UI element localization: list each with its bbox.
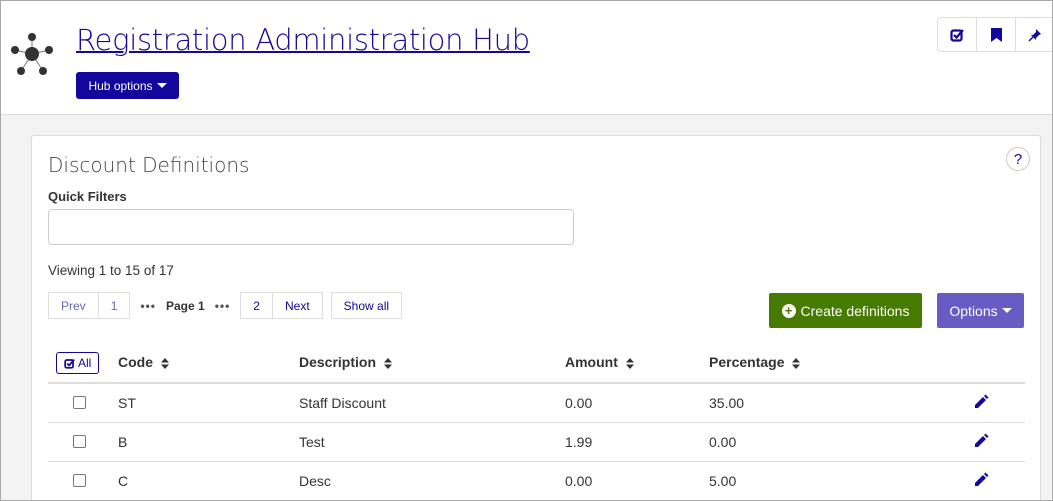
row-checkbox[interactable] <box>73 435 86 448</box>
cell-code: C <box>118 461 299 500</box>
viewing-count: Viewing 1 to 15 of 17 <box>48 263 174 278</box>
table-row: ST Staff Discount 0.00 35.00 <box>48 383 1025 423</box>
cell-amount: 0.00 <box>565 383 709 423</box>
create-definitions-button[interactable]: + Create definitions <box>769 293 922 328</box>
hub-options-label: Hub options <box>88 78 153 93</box>
edit-pencil-icon[interactable] <box>974 394 989 409</box>
create-label: Create definitions <box>800 302 910 319</box>
caret-down-icon <box>1001 308 1012 313</box>
checklist-icon <box>64 358 75 369</box>
row-checkbox[interactable] <box>73 396 86 410</box>
options-button[interactable]: Options <box>937 293 1024 328</box>
cell-amount: 1.99 <box>565 422 709 462</box>
edit-pencil-icon[interactable] <box>974 433 989 448</box>
page-title[interactable]: Registration Administration Hub <box>76 23 530 57</box>
cell-description: Test <box>299 422 565 462</box>
quick-filters-label: Quick Filters <box>48 189 127 204</box>
cell-description: Staff Discount <box>299 383 565 423</box>
discount-table: All Code Description Amount Percentage S… <box>48 344 1025 500</box>
page-2-button[interactable]: 2 <box>240 292 273 319</box>
sort-icon <box>384 356 393 372</box>
table-row: C Desc 0.00 5.00 <box>48 461 1025 500</box>
sort-icon <box>625 356 634 372</box>
row-checkbox[interactable] <box>73 474 86 487</box>
prev-button[interactable]: Prev <box>48 292 99 319</box>
table-row: B Test 1.99 0.00 <box>48 422 1025 462</box>
cell-code: B <box>118 422 299 462</box>
cell-percentage: 35.00 <box>709 383 912 423</box>
next-button[interactable]: Next <box>272 292 323 319</box>
column-percentage[interactable]: Percentage <box>709 344 912 384</box>
bookmark-button[interactable] <box>977 18 1016 51</box>
header: Registration Administration Hub Hub opti… <box>1 1 1052 115</box>
checklist-button[interactable] <box>938 18 977 51</box>
edit-pencil-icon[interactable] <box>974 472 989 487</box>
checklist-icon <box>950 28 964 42</box>
ellipsis: ••• <box>214 298 231 313</box>
cell-amount: 0.00 <box>565 461 709 500</box>
hub-logo-icon <box>11 33 53 75</box>
pin-icon <box>1028 28 1041 42</box>
discount-definitions-panel: Discount Definitions ? Quick Filters Vie… <box>31 135 1041 500</box>
sort-icon <box>792 356 801 372</box>
caret-down-icon <box>156 83 167 88</box>
column-code[interactable]: Code <box>118 344 299 384</box>
show-all-button[interactable]: Show all <box>330 292 403 319</box>
pagination: Prev 1 ••• Page 1 ••• 2 Next Show all <box>48 292 403 319</box>
hub-options-button[interactable]: Hub options <box>76 72 179 99</box>
all-label: All <box>78 356 92 370</box>
bookmark-icon <box>990 27 1002 42</box>
column-description[interactable]: Description <box>299 344 565 384</box>
column-amount[interactable]: Amount <box>565 344 709 384</box>
quick-filters-input[interactable] <box>48 209 574 245</box>
select-all-button[interactable]: All <box>56 352 100 374</box>
cell-percentage: 5.00 <box>709 461 912 500</box>
options-label: Options <box>949 302 998 319</box>
pin-button[interactable] <box>1016 18 1052 51</box>
cell-description: Desc <box>299 461 565 500</box>
app-frame: Registration Administration Hub Hub opti… <box>0 0 1053 501</box>
ellipsis: ••• <box>140 298 156 313</box>
help-button[interactable]: ? <box>1006 147 1030 171</box>
current-page: Page 1 <box>165 298 205 313</box>
toolbar <box>937 17 1052 52</box>
cell-code: ST <box>118 383 299 423</box>
page-1-button[interactable]: 1 <box>98 292 131 319</box>
panel-title: Discount Definitions <box>48 153 250 177</box>
plus-circle-icon: + <box>781 303 796 318</box>
cell-percentage: 0.00 <box>709 422 912 462</box>
sort-icon <box>161 356 169 372</box>
